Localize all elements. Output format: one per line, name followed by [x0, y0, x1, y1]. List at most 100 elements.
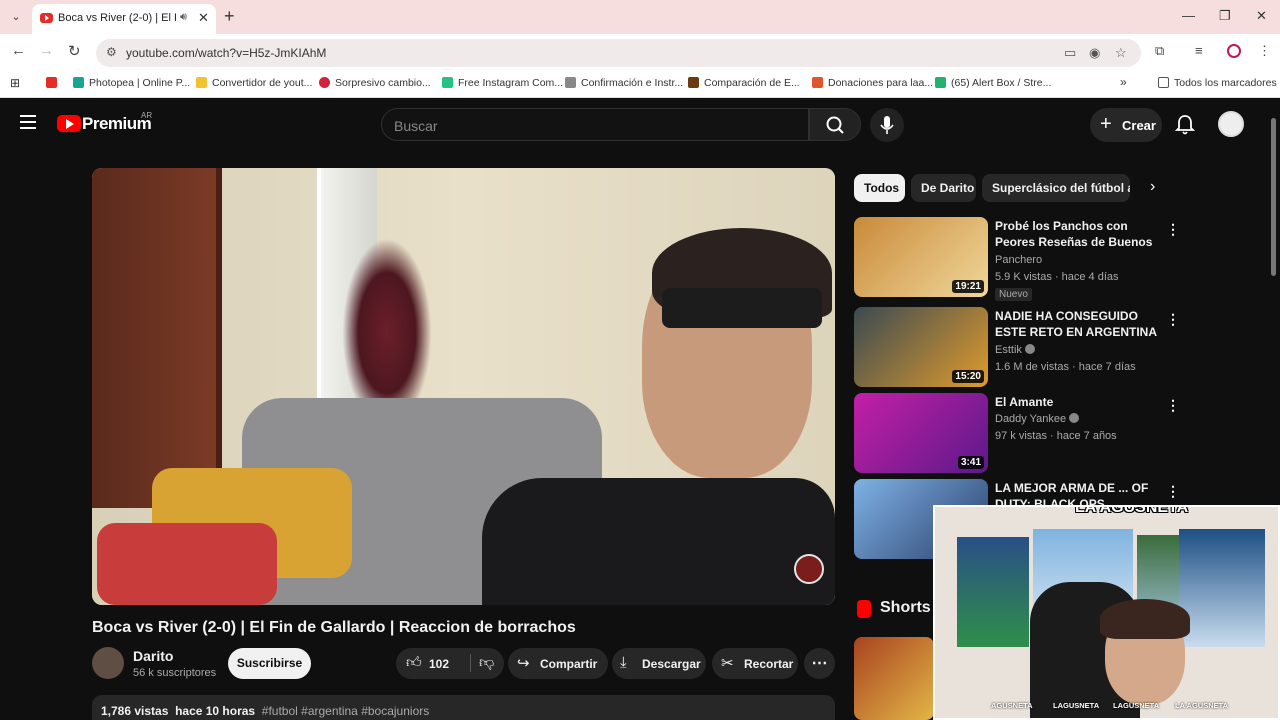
cast-icon[interactable]: ▭	[1064, 45, 1076, 61]
tab-search-button[interactable]: ⌄	[6, 7, 26, 27]
search-input[interactable]: Buscar	[381, 108, 809, 141]
youtube-page: Premium AR Buscar + Crear Boca vs River …	[0, 100, 1280, 720]
reload-icon[interactable]: ↻	[68, 42, 81, 60]
bookmark-label: Donaciones para laa...	[828, 77, 934, 89]
verified-icon	[1024, 344, 1035, 354]
share-button[interactable]: ↪ Compartir	[508, 648, 608, 679]
bookmark-label: Sorpresivo cambio...	[335, 77, 431, 89]
more-vert-icon[interactable]: ⋮	[1166, 397, 1180, 414]
recommendation-title: NADIE HA CONSEGUIDO ESTE RETO EN ARGENTI…	[995, 309, 1157, 342]
browser-toolbar: ← → ↻ ⚙︎ youtube.com/watch?v=H5z-JmKIAhM…	[0, 34, 1280, 70]
hashtags[interactable]: #futbol #argentina #bocajuniors	[262, 704, 429, 718]
bookmark-label: Photopea | Online P...	[89, 77, 191, 89]
video-thumbnail[interactable]: 15:20	[854, 307, 988, 387]
chip-superclasico[interactable]: Superclásico del fútbol arge	[982, 174, 1130, 202]
browser-tab-active[interactable]: Boca vs River (2-0) | El Fin d 🔊︎ ✕	[32, 4, 216, 34]
more-bookmarks-icon[interactable]: »	[1120, 75, 1127, 89]
address-bar[interactable]: ⚙︎ youtube.com/watch?v=H5z-JmKIAhM ▭ ◉ ☆	[96, 39, 1141, 67]
microphone-icon	[880, 116, 894, 134]
close-icon[interactable]: ✕	[198, 10, 209, 26]
account-avatar[interactable]	[1218, 111, 1244, 137]
bookmark-item[interactable]: Confirmación e Instr...	[565, 77, 683, 89]
recommendation-channel[interactable]: Daddy Yankee	[995, 413, 1080, 425]
recommendation-channel[interactable]: Panchero	[995, 254, 1042, 266]
back-icon[interactable]: ←	[11, 42, 26, 59]
download-label: Descargar	[642, 657, 701, 671]
speaker-icon[interactable]: 🔊︎	[180, 11, 187, 24]
site-info-icon[interactable]: ⚙︎	[106, 45, 117, 59]
search-button[interactable]	[809, 108, 861, 141]
close-window-button[interactable]: ✕	[1256, 8, 1267, 24]
more-vert-icon[interactable]: ⋮	[1166, 221, 1180, 238]
dislike-icon[interactable]: 👎︎	[470, 654, 494, 672]
recommendation-meta: 5.9 K vistas · hace 4 días	[995, 271, 1119, 283]
bookmark-item[interactable]: (65) Alert Box / Stre...	[935, 77, 1051, 89]
view-count: 1,786 vistas	[101, 704, 169, 718]
chip-todos[interactable]: Todos	[854, 174, 905, 202]
streamer-logo: LA AGUSNETA	[1075, 505, 1189, 516]
media-icon[interactable]: ≡	[1195, 43, 1203, 58]
bookmark-favicon-icon	[935, 77, 946, 88]
new-tab-button[interactable]: +	[224, 6, 235, 27]
subscribe-button[interactable]: Suscribirse	[228, 648, 311, 679]
create-button[interactable]: + Crear	[1090, 108, 1162, 142]
profile-icon[interactable]	[1227, 44, 1241, 58]
more-menu-icon[interactable]: ⋮	[1258, 43, 1271, 59]
star-icon[interactable]: ☆	[1115, 45, 1127, 61]
shorts-thumbnail[interactable]	[854, 637, 934, 720]
bookmark-item[interactable]: Photopea | Online P...	[73, 77, 190, 89]
tab-title: Boca vs River (2-0) | El Fin d	[58, 12, 176, 24]
bookmark-item[interactable]: Donaciones para laa...	[812, 77, 933, 89]
clip-button[interactable]: ✂ Recortar	[712, 648, 798, 679]
chip-de-darito[interactable]: De Darito	[911, 174, 976, 202]
download-button[interactable]: ⤓ Descargar	[612, 648, 706, 679]
like-icon[interactable]: 👍︎	[406, 654, 422, 672]
bookmark-favicon-icon	[73, 77, 84, 88]
recommendation-item[interactable]: 3:41 El Amante Daddy Yankee 97 k vistas …	[854, 393, 1180, 473]
more-vert-icon[interactable]: ⋮	[1166, 311, 1180, 328]
bookmark-item[interactable]: Sorpresivo cambio...	[319, 77, 431, 89]
more-actions-icon[interactable]: ⋯	[804, 648, 835, 679]
description-box[interactable]: 1,786 vistas hace 10 horas #futbol #arge…	[92, 695, 835, 720]
bookmark-item[interactable]: Comparación de E...	[688, 77, 800, 89]
voice-search-button[interactable]	[870, 108, 904, 142]
recommendation-channel[interactable]: Esttik	[995, 344, 1035, 356]
page-scrollbar[interactable]	[1271, 118, 1276, 276]
like-count[interactable]: 102	[429, 657, 449, 671]
video-thumbnail[interactable]: 19:21	[854, 217, 988, 297]
restore-button[interactable]: ❐	[1219, 8, 1231, 24]
masthead: Premium AR Buscar + Crear	[0, 100, 1280, 150]
hamburger-menu-icon[interactable]	[20, 115, 36, 129]
minimize-button[interactable]: —	[1182, 8, 1195, 23]
video-thumbnail[interactable]: 3:41	[854, 393, 988, 473]
recommendation-meta: 97 k vistas · hace 7 años	[995, 430, 1117, 442]
more-vert-icon[interactable]: ⋮	[1166, 483, 1180, 500]
shorts-heading: Shorts	[880, 599, 931, 616]
chevron-right-icon[interactable]: ›	[1150, 178, 1155, 196]
video-player[interactable]	[92, 168, 835, 605]
bookmark-label: (65) Alert Box / Stre...	[951, 77, 1052, 89]
channel-avatar[interactable]	[92, 647, 124, 679]
bookmarks-bar: ⊞ Photopea | Online P... Convertidor de …	[0, 70, 1280, 98]
channel-name[interactable]: Darito	[133, 648, 173, 664]
youtube-logo-icon[interactable]	[57, 115, 81, 132]
webcam-overlay: LA AGUSNETA AGUSNETA LAGUSNETA LAGUSNETA…	[933, 505, 1280, 720]
bookmark-item[interactable]: Free Instagram Com...	[442, 77, 563, 89]
search-placeholder: Buscar	[394, 118, 438, 134]
video-title: Boca vs River (2-0) | El Fin de Gallardo…	[92, 619, 576, 636]
bookmark-youtube[interactable]	[46, 77, 62, 89]
channel-watermark-icon[interactable]	[794, 554, 824, 584]
notifications-bell-icon[interactable]	[1175, 114, 1195, 136]
forward-icon[interactable]: →	[39, 42, 54, 59]
recommendation-item[interactable]: 15:20 NADIE HA CONSEGUIDO ESTE RETO EN A…	[854, 307, 1180, 387]
recommendation-meta: 1.6 M de vistas · hace 7 días	[995, 361, 1136, 373]
recommendation-item[interactable]: 19:21 Probé los Panchos con Peores Reseñ…	[854, 217, 1180, 301]
clip-label: Recortar	[744, 657, 794, 671]
eye-off-icon[interactable]: ◉	[1089, 45, 1100, 61]
all-bookmarks-folder[interactable]: Todos los marcadores	[1158, 77, 1277, 89]
extensions-icon[interactable]: ⧉	[1155, 43, 1164, 59]
bookmark-label: Comparación de E...	[704, 77, 800, 89]
video-scene-door	[92, 168, 222, 508]
bookmark-item[interactable]: Convertidor de yout...	[196, 77, 312, 89]
apps-grid-icon[interactable]: ⊞	[10, 76, 20, 90]
